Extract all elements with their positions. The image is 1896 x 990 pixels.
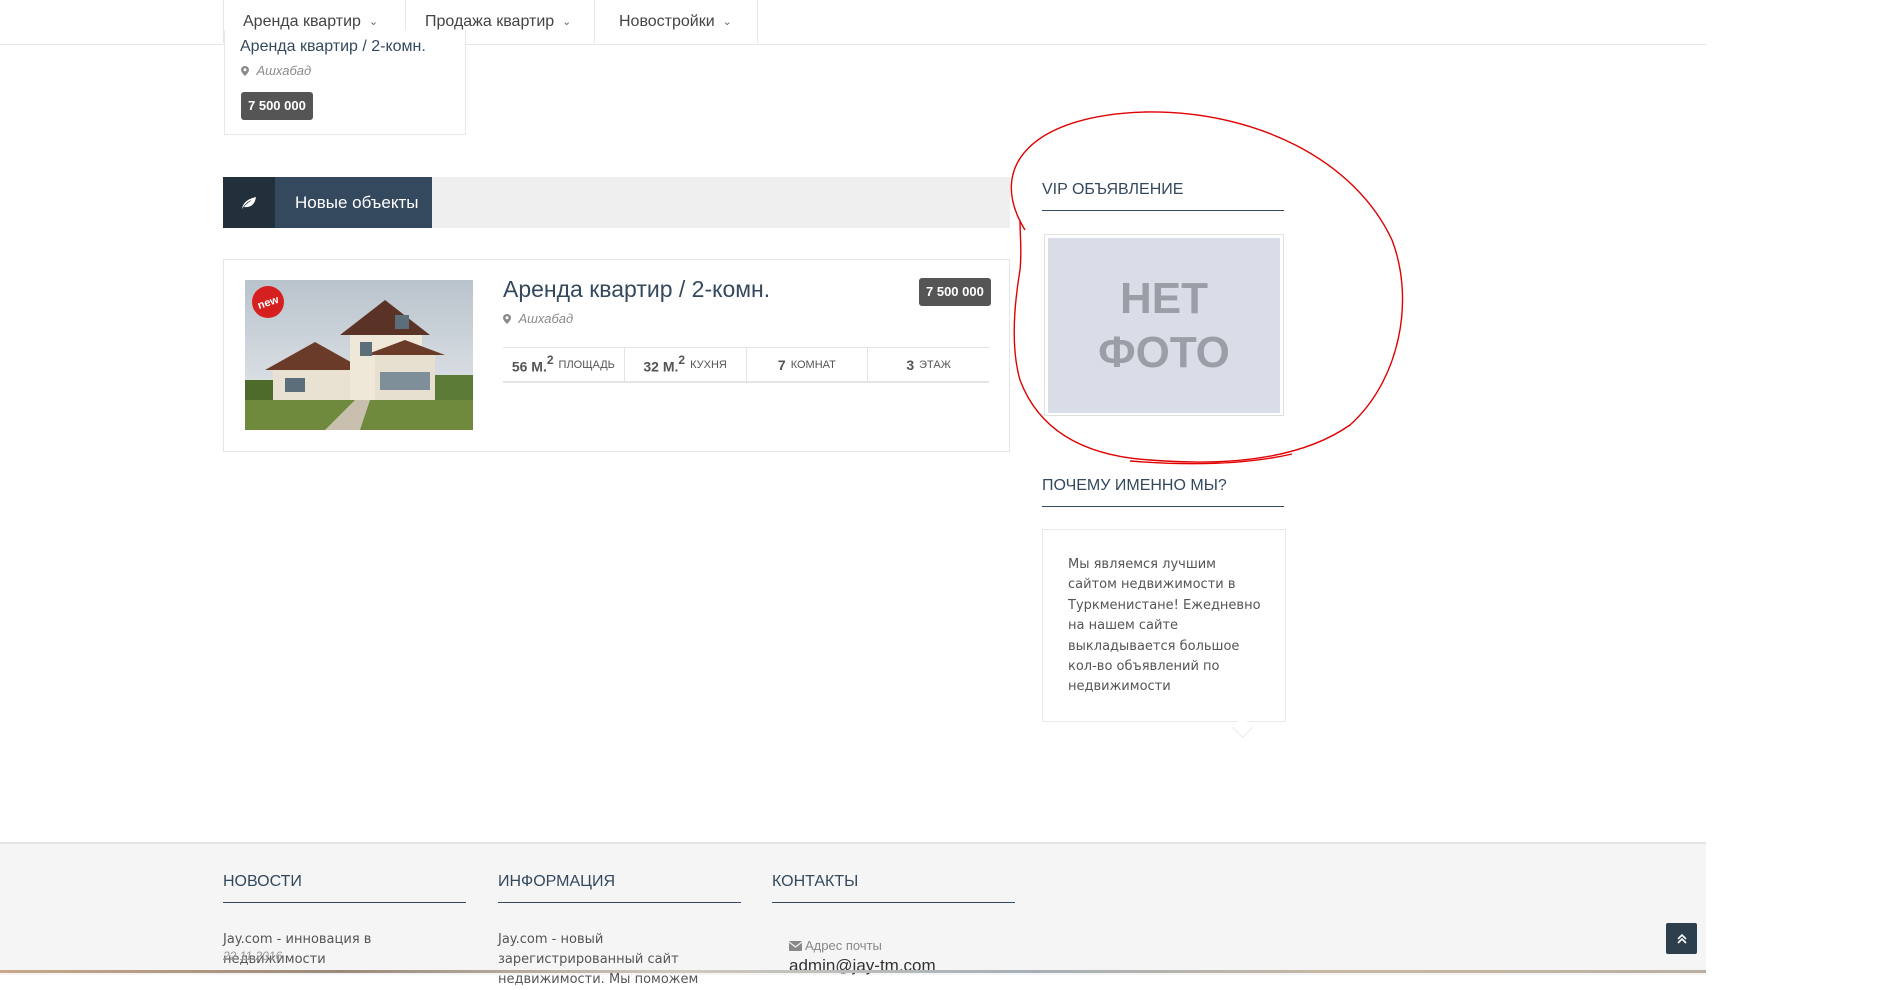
- listing-location: Ашхабад: [241, 62, 311, 80]
- page-background: [0, 0, 1706, 973]
- nav-item-new-buildings[interactable]: Новостройки ⌄: [595, 0, 758, 43]
- footer-contacts-heading: КОНТАКТЫ: [772, 873, 1015, 903]
- email-link[interactable]: admin@jay-tm.com: [789, 956, 936, 976]
- stat-value: 3: [906, 356, 915, 373]
- footer-news-heading: НОВОСТИ: [223, 873, 466, 903]
- nav-item-label: Аренда квартир: [243, 12, 361, 30]
- map-pin-icon: [503, 314, 511, 324]
- location-text: Ашхабад: [256, 63, 312, 78]
- map-pin-icon: [241, 66, 249, 76]
- email-label: Адрес почты: [788, 938, 882, 953]
- stat-value: 56 М.: [511, 358, 547, 375]
- no-photo-placeholder[interactable]: НЕТ ФОТО: [1048, 238, 1280, 413]
- scroll-to-top-button[interactable]: [1666, 923, 1697, 954]
- listing-title[interactable]: Аренда квартир / 2-комн.: [240, 38, 426, 56]
- stat-sup: 2: [546, 352, 554, 367]
- no-photo-text: НЕТ: [1120, 273, 1208, 323]
- no-photo-text: ФОТО: [1098, 327, 1230, 377]
- nav-item-label: Продажа квартир: [425, 12, 555, 30]
- stat-floor: 3 этаж: [868, 348, 989, 381]
- stat-value: 32 М.: [643, 358, 679, 375]
- listing-stats: 56 М.2 площадь 32 М.2 кухня 7 комнат 3 этаж: [503, 347, 989, 383]
- location-text: Ашхабад: [518, 311, 574, 326]
- stat-label: этаж: [919, 358, 951, 371]
- listing-title[interactable]: Аренда квартир / 2-комн.: [503, 276, 770, 303]
- stat-kitchen: 32 М.2 кухня: [625, 348, 747, 381]
- footer-info-heading: ИНФОРМАЦИЯ: [498, 873, 741, 903]
- stat-sup: 2: [678, 352, 686, 367]
- chevron-down-icon: ⌄: [722, 16, 732, 28]
- vip-heading: VIP ОБЪЯВЛЕНИЕ: [1042, 181, 1284, 211]
- info-text: Jay.com - новый зарегистрированный сайт …: [498, 932, 699, 987]
- stat-label: площадь: [558, 358, 615, 371]
- chevron-down-icon: ⌄: [562, 16, 572, 28]
- section-title: Новые объекты: [275, 177, 432, 228]
- email-label-text: Адрес почты: [805, 938, 882, 953]
- price-badge: 7 500 000: [241, 92, 313, 120]
- double-chevron-up-icon: [1676, 933, 1687, 944]
- stat-area: 56 М.2 площадь: [503, 348, 625, 381]
- why-us-text: Мы являемся лучшим сайтом недвижимости в…: [1068, 557, 1261, 695]
- stat-value: 7: [777, 356, 786, 373]
- leaf-icon: [223, 177, 275, 228]
- house-photo[interactable]: new: [245, 280, 473, 430]
- stat-label: комнат: [790, 358, 836, 371]
- chevron-down-icon: ⌄: [368, 16, 379, 28]
- news-date: 22.11.2016: [223, 949, 283, 963]
- stat-rooms: 7 комнат: [747, 348, 869, 381]
- price-badge: 7 500 000: [919, 278, 991, 306]
- envelope-icon: [788, 941, 803, 951]
- listing-location: Ашхабад: [503, 310, 573, 328]
- nav-item-label: Новостройки: [619, 12, 715, 30]
- why-us-heading: ПОЧЕМУ ИМЕННО МЫ?: [1042, 477, 1284, 507]
- stat-label: кухня: [690, 358, 727, 371]
